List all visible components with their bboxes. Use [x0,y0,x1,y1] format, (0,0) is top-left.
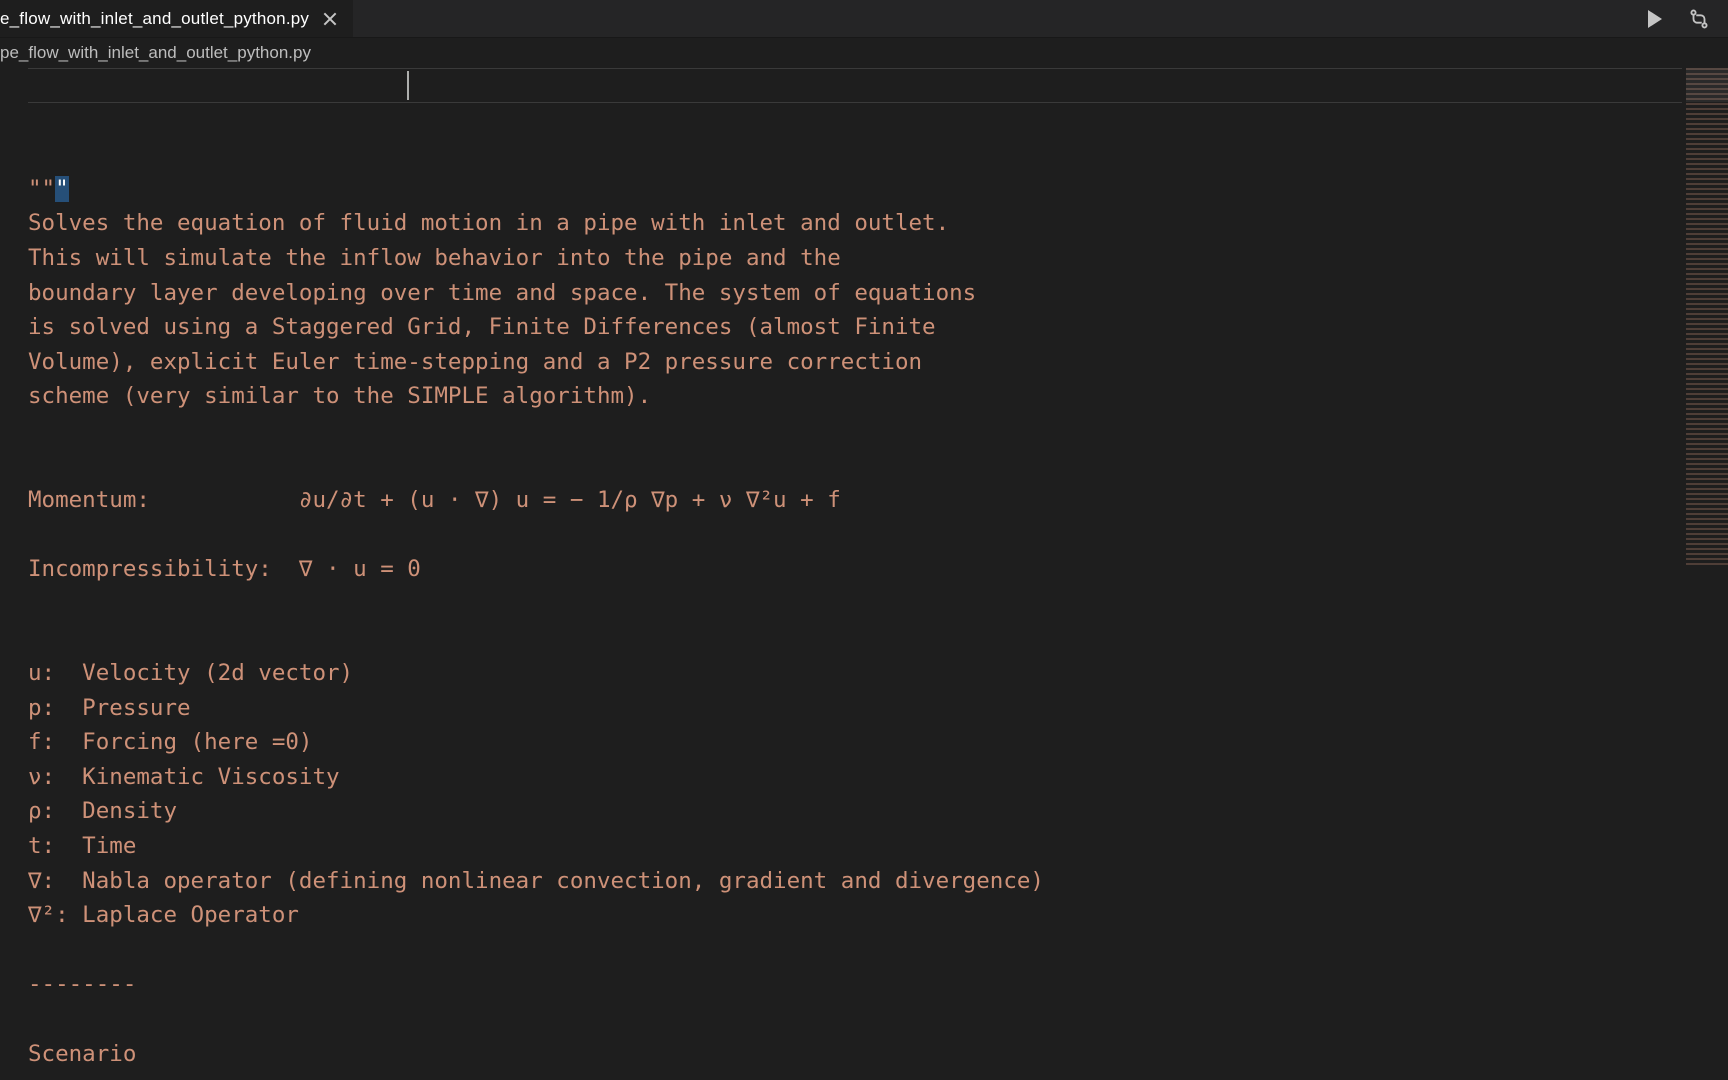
editor-tab-active[interactable]: e_flow_with_inlet_and_outlet_python.py [0,0,354,37]
code-editor[interactable]: """ Solves the equation of fluid motion … [28,68,1682,1080]
text-cursor [407,71,409,100]
tab-label: e_flow_with_inlet_and_outlet_python.py [0,9,309,29]
tab-actions [1648,0,1728,37]
compare-changes-icon[interactable] [1688,8,1710,30]
play-icon[interactable] [1648,10,1662,28]
breadcrumb-file: pe_flow_with_inlet_and_outlet_python.py [0,43,311,63]
minimap[interactable] [1686,68,1728,568]
breadcrumb[interactable]: pe_flow_with_inlet_and_outlet_python.py [0,38,1728,68]
current-line-highlight [28,68,1682,103]
editor-region[interactable]: """ Solves the equation of fluid motion … [0,68,1728,1080]
close-icon[interactable] [321,10,339,28]
tab-bar: e_flow_with_inlet_and_outlet_python.py [0,0,1728,38]
